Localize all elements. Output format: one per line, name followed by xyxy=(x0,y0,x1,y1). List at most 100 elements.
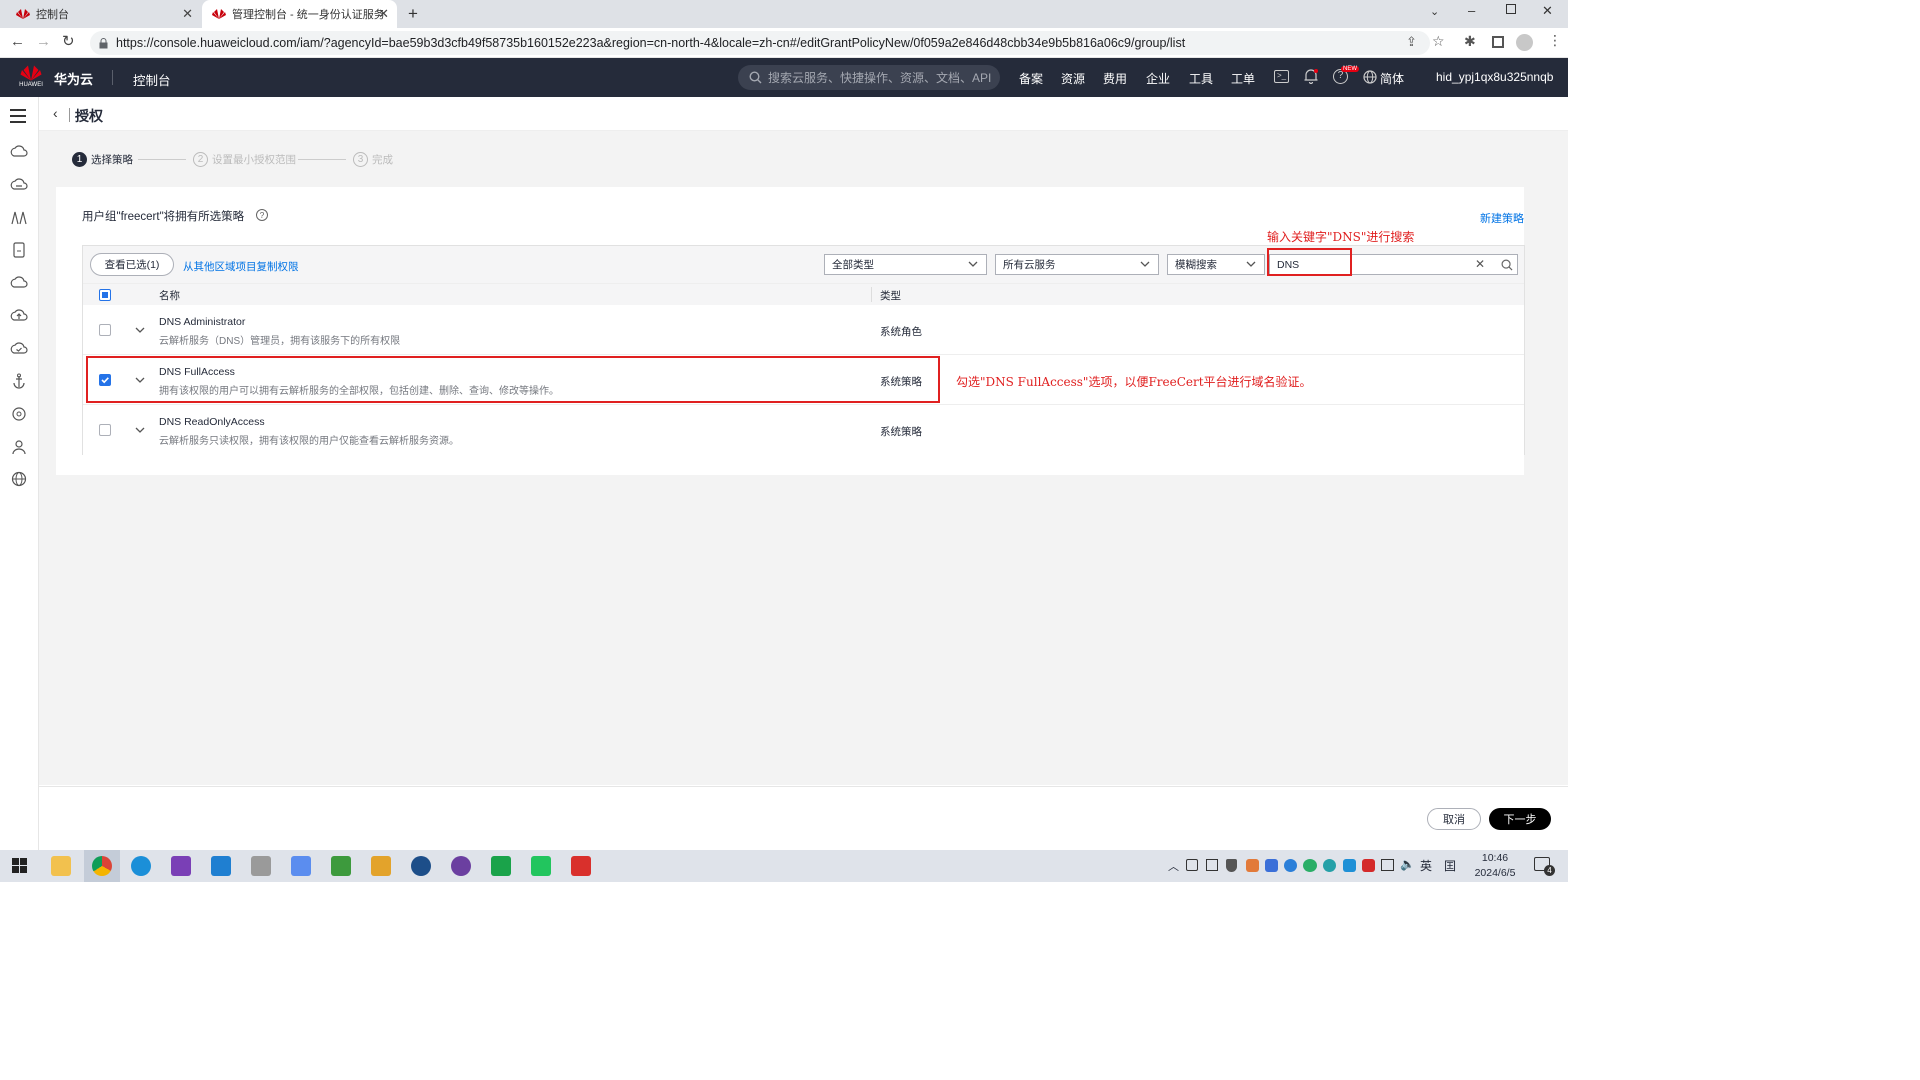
wechat-icon[interactable] xyxy=(1303,859,1317,872)
tray-browser-icon[interactable] xyxy=(1284,859,1297,872)
copy-permissions-link[interactable]: 从其他区域项目复制权限 xyxy=(183,259,299,274)
table-row[interactable]: DNS Administrator 云解析服务（DNS）管理员，拥有该服务下的所… xyxy=(83,305,1524,355)
hbuilder-icon[interactable] xyxy=(491,856,511,876)
chevron-down-icon[interactable] xyxy=(135,326,145,334)
cloud-upload-icon[interactable] xyxy=(10,308,28,324)
cloud-service-icon[interactable] xyxy=(10,275,28,291)
close-icon[interactable]: ✕ xyxy=(182,6,193,22)
notepad-icon[interactable] xyxy=(331,856,351,876)
tools-icon[interactable] xyxy=(251,856,271,876)
forward-arrow-icon[interactable]: → xyxy=(36,33,51,50)
nav-tickets[interactable]: 工单 xyxy=(1231,70,1255,87)
tray-youdao-icon[interactable] xyxy=(1362,859,1375,872)
nav-tools[interactable]: 工具 xyxy=(1189,70,1213,87)
search-mode-select[interactable]: 模糊搜索 xyxy=(1167,254,1265,275)
network-icon[interactable] xyxy=(1381,859,1394,871)
user-menu[interactable]: hid_ypj1qx8u325nnqb xyxy=(1436,70,1553,84)
table-row[interactable]: DNS ReadOnlyAccess 云解析服务只读权限，拥有该权限的用户仅能查… xyxy=(83,405,1524,455)
column-divider xyxy=(871,287,872,302)
tray-feishu-icon[interactable] xyxy=(1265,859,1278,872)
side-panel-icon[interactable] xyxy=(1492,36,1504,48)
next-button[interactable]: 下一步 xyxy=(1489,808,1551,830)
wps-writer-icon[interactable] xyxy=(411,856,431,876)
cloud-shell-icon[interactable]: >_ xyxy=(1274,70,1289,83)
anchor-icon[interactable] xyxy=(10,373,28,389)
tray-cat-icon[interactable] xyxy=(1246,859,1259,872)
nav-enterprise[interactable]: 企业 xyxy=(1146,70,1170,87)
shield-icon[interactable] xyxy=(1226,859,1237,872)
huawei-logo[interactable]: HUAWEI xyxy=(18,64,44,88)
chevron-down-icon xyxy=(1246,261,1256,267)
back-arrow-icon[interactable]: ← xyxy=(10,33,25,50)
global-network-icon[interactable] xyxy=(10,471,28,487)
file-explorer-icon[interactable] xyxy=(51,856,71,876)
window-close-icon[interactable]: ✕ xyxy=(1542,3,1553,19)
brand-name[interactable]: 华为云 xyxy=(54,69,93,88)
minimize-icon[interactable]: – xyxy=(1468,3,1475,18)
tab-iam[interactable]: 管理控制台 - 统一身份认证服务 ✕ xyxy=(202,0,397,28)
maximize-icon[interactable] xyxy=(1506,4,1516,14)
wps-icon[interactable] xyxy=(571,856,591,876)
row-checkbox[interactable] xyxy=(99,324,111,336)
share-icon[interactable]: ⇪ xyxy=(1406,34,1417,50)
tray-expand-icon[interactable]: ︿ xyxy=(1168,858,1179,874)
feishu-icon[interactable] xyxy=(291,856,311,876)
tab-search-icon[interactable]: ⌄ xyxy=(1430,5,1439,18)
type-filter-select[interactable]: 全部类型 xyxy=(824,254,987,275)
select-all-checkbox[interactable] xyxy=(99,289,111,301)
chrome-icon[interactable] xyxy=(92,856,112,876)
tab-console[interactable]: 控制台 ✕ xyxy=(6,0,201,28)
url-field[interactable]: https://console.huaweicloud.com/iam/?age… xyxy=(90,31,1430,55)
row-checkbox[interactable] xyxy=(99,424,111,436)
wechat-devtools-icon[interactable] xyxy=(531,856,551,876)
user-group-icon[interactable] xyxy=(10,439,28,455)
cloud-check-icon[interactable] xyxy=(10,341,28,357)
help-icon[interactable]: ? xyxy=(256,209,268,221)
edge-icon[interactable] xyxy=(131,856,151,876)
star-icon[interactable]: ☆ xyxy=(1432,33,1445,50)
back-chevron-icon[interactable]: ‹ xyxy=(53,105,58,121)
clock-date[interactable]: 2024/6/5 xyxy=(1472,867,1518,879)
network-icon[interactable] xyxy=(10,210,28,226)
git-icon[interactable] xyxy=(371,856,391,876)
volume-icon[interactable]: 🔈 xyxy=(1400,857,1415,871)
cancel-button[interactable]: 取消 xyxy=(1427,808,1481,830)
profile-avatar[interactable] xyxy=(1516,34,1533,51)
ime-indicator[interactable]: 英 xyxy=(1420,857,1432,874)
language-switch[interactable]: 简体 xyxy=(1380,70,1404,87)
cloud-server-icon[interactable] xyxy=(10,144,28,160)
console-link[interactable]: 控制台 xyxy=(133,70,171,89)
clear-icon[interactable]: ✕ xyxy=(1475,257,1485,271)
visual-studio-icon[interactable] xyxy=(171,856,191,876)
obs-icon[interactable] xyxy=(451,856,471,876)
search-icon[interactable] xyxy=(1501,259,1513,271)
view-selected-button[interactable]: 查看已选(1) xyxy=(90,253,174,276)
ime-mode-icon[interactable]: 囯 xyxy=(1444,857,1456,874)
clock-time[interactable]: 10:46 xyxy=(1472,852,1518,864)
vscode-icon[interactable] xyxy=(211,856,231,876)
windows-start-icon[interactable] xyxy=(12,858,27,873)
select-value: 所有云服务 xyxy=(1003,259,1056,271)
close-icon[interactable]: ✕ xyxy=(378,6,389,22)
chevron-down-icon[interactable] xyxy=(135,426,145,434)
nav-billing[interactable]: 费用 xyxy=(1103,70,1127,87)
database-icon[interactable] xyxy=(10,242,28,258)
target-icon[interactable] xyxy=(10,406,28,422)
tray-window-icon[interactable] xyxy=(1206,859,1218,871)
extensions-icon[interactable]: ✱ xyxy=(1464,33,1476,50)
browser-menu-icon[interactable]: ⋮ xyxy=(1548,32,1562,49)
service-filter-select[interactable]: 所有云服务 xyxy=(995,254,1159,275)
cloud-storage-icon[interactable] xyxy=(10,177,28,193)
nav-filing[interactable]: 备案 xyxy=(1019,70,1043,87)
tray-app-icon[interactable] xyxy=(1186,859,1198,871)
new-policy-link[interactable]: 新建策略 xyxy=(1480,210,1524,226)
menu-icon[interactable] xyxy=(10,109,26,123)
bell-icon[interactable] xyxy=(1304,69,1318,84)
tray-cloud-icon[interactable] xyxy=(1343,859,1356,872)
globe-icon[interactable] xyxy=(1363,70,1377,84)
nav-resources[interactable]: 资源 xyxy=(1061,70,1085,87)
tray-chat-icon[interactable] xyxy=(1323,859,1336,872)
global-search-input[interactable]: 搜索云服务、快捷操作、资源、文档、API xyxy=(738,65,1000,90)
reload-icon[interactable]: ↻ xyxy=(62,32,75,50)
new-tab-button[interactable]: + xyxy=(408,4,418,24)
